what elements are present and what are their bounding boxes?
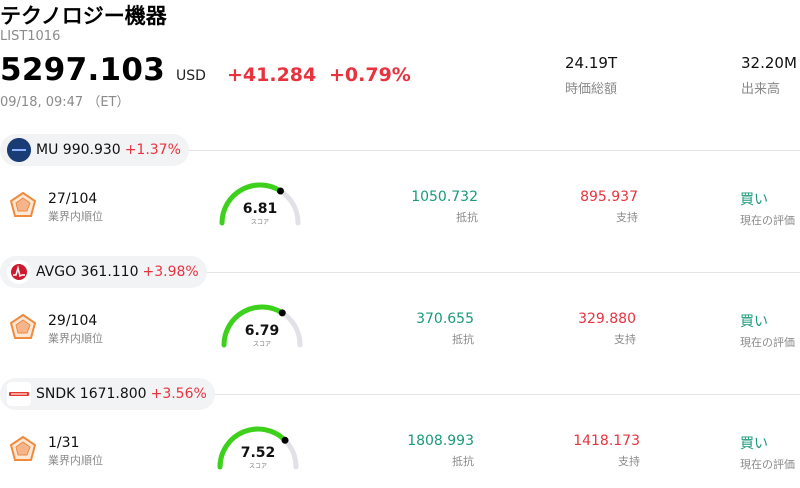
rating-value: 買い (740, 314, 768, 330)
support-label: 支持 (618, 455, 640, 468)
list-id: LIST1016 (0, 29, 61, 44)
rank-icon (8, 312, 38, 346)
stock-change-percent: +3.98% (142, 264, 199, 280)
broadcom-logo-icon (7, 260, 31, 284)
rating-label: 現在の評価 (740, 336, 795, 349)
sandisk-logo-icon (7, 382, 31, 406)
stock-symbol-price: MU 990.930 (36, 142, 121, 158)
price-change-percent: +0.79% (329, 64, 411, 86)
page-title: テクノロジー機器 (0, 4, 167, 28)
resistance-value: 1050.732 (411, 189, 478, 205)
industry-rank-label: 業界内順位 (48, 332, 103, 345)
support-label: 支持 (616, 211, 638, 224)
market-cap-label: 時価総額 (565, 82, 618, 97)
industry-rank: 27/104 (48, 191, 98, 207)
resistance-value: 1808.993 (407, 433, 474, 449)
resistance-value: 370.655 (416, 311, 474, 327)
industry-rank-label: 業界内順位 (48, 210, 103, 223)
stock-change-percent: +3.56% (150, 386, 207, 402)
rank-icon (8, 190, 38, 224)
rating-value: 買い (740, 436, 768, 452)
support-value: 895.937 (580, 189, 638, 205)
resistance-label: 抵抗 (452, 333, 474, 346)
timestamp: 09/18, 09:47 （ET） (0, 95, 130, 110)
micron-logo-icon (7, 138, 31, 162)
score-value: 6.79 (244, 323, 280, 339)
score-label: スコア (248, 463, 267, 470)
industry-rank: 1/31 (48, 435, 80, 451)
score-value: 6.81 (242, 201, 278, 217)
rating-label: 現在の評価 (740, 214, 795, 227)
index-price: 5297.103 (0, 52, 166, 88)
rank-icon (8, 434, 38, 468)
volume-value: 32.20M (741, 54, 797, 72)
score-value: 7.52 (240, 445, 276, 461)
stock-chip-avgo[interactable]: AVGO 361.110 +3.98% (0, 256, 207, 288)
rating-value: 買い (740, 192, 768, 208)
stock-chip-mu[interactable]: MU 990.930 +1.37% (0, 134, 189, 166)
stock-symbol-price: AVGO 361.110 (36, 264, 139, 280)
market-cap-value: 24.19T (565, 54, 618, 72)
support-label: 支持 (614, 333, 636, 346)
resistance-label: 抵抗 (452, 455, 474, 468)
rating-label: 現在の評価 (740, 458, 795, 471)
price-change: +41.284 (227, 64, 317, 86)
currency-label: USD (176, 68, 206, 84)
score-label: スコア (252, 341, 271, 348)
support-value: 1418.173 (573, 433, 640, 449)
stock-symbol-price: SNDK 1671.800 (36, 386, 147, 402)
resistance-label: 抵抗 (456, 211, 478, 224)
stock-chip-sndk[interactable]: SNDK 1671.800 +3.56% (0, 378, 215, 410)
industry-rank-label: 業界内順位 (48, 454, 103, 467)
stock-change-percent: +1.37% (124, 142, 181, 158)
score-label: スコア (250, 219, 269, 226)
support-value: 329.880 (578, 311, 636, 327)
industry-rank: 29/104 (48, 313, 98, 329)
volume-label: 出来高 (741, 82, 781, 97)
